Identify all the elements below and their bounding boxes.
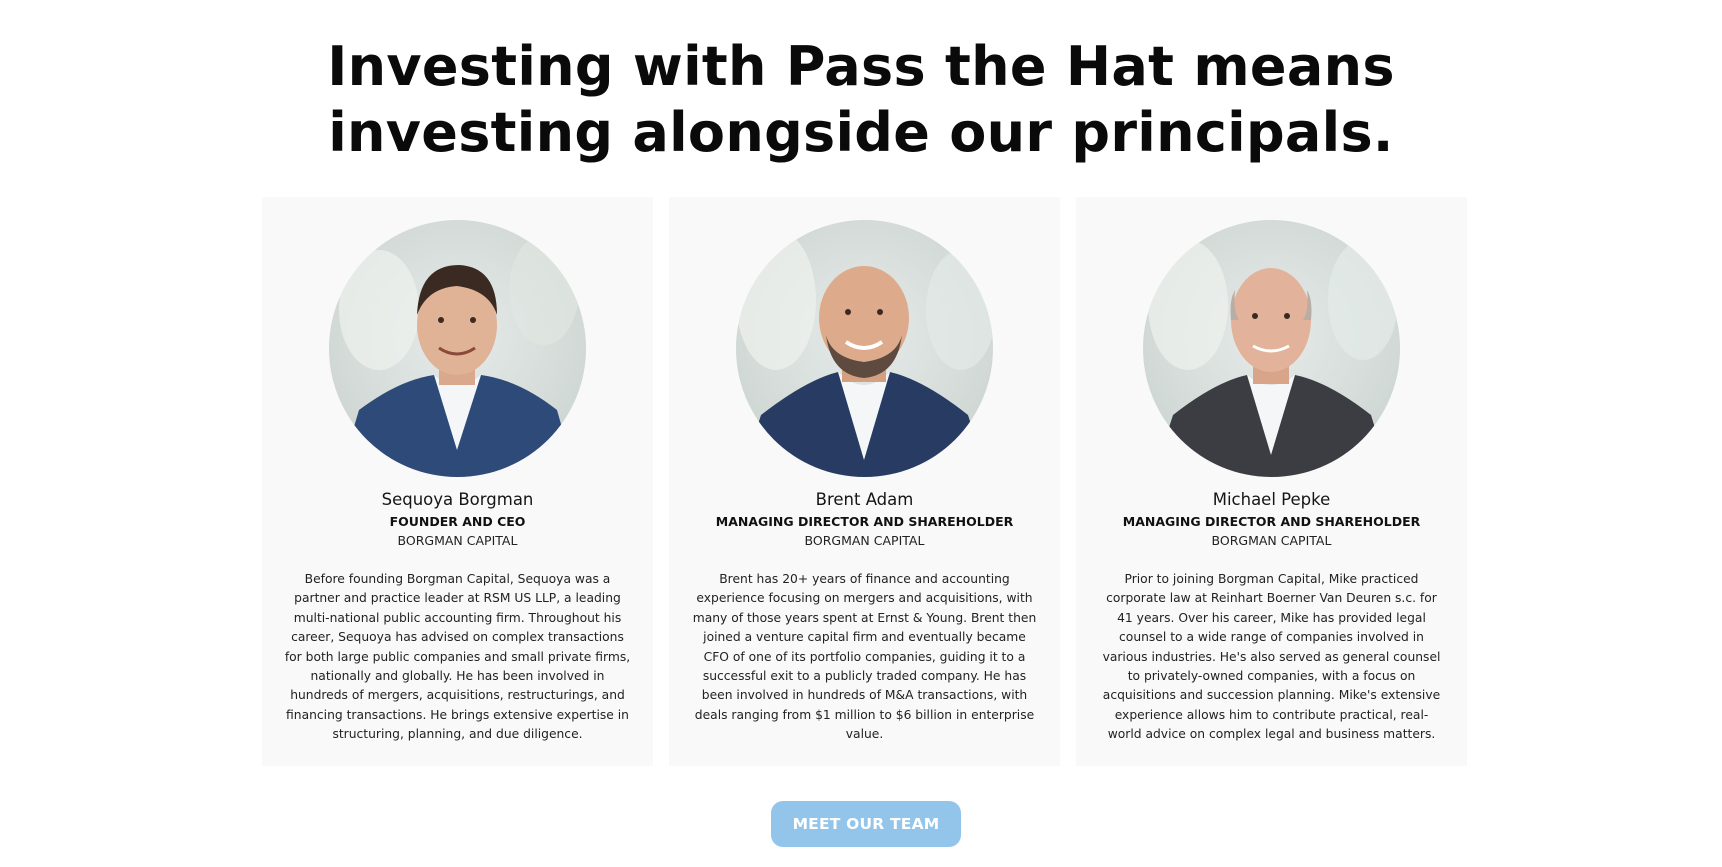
principal-bio: Before founding Borgman Capital, Sequoya… [284,572,631,742]
principal-card-brent-adam: Brent Adam MANAGING DIRECTOR AND SHAREHO… [669,197,1060,766]
portrait-photo [1143,220,1400,477]
principal-role: MANAGING DIRECTOR AND SHAREHOLDER [715,514,1014,529]
portrait-photo [329,220,586,477]
principal-name: Brent Adam [815,490,914,509]
principal-company: BORGMAN CAPITAL [1211,533,1332,548]
headline-line-1: Investing with Pass the Hat means [327,35,1395,98]
principal-company: BORGMAN CAPITAL [397,533,518,548]
principals-grid: Sequoya Borgman FOUNDER AND CEO BORGMAN … [262,197,1467,766]
headline-line-2: investing alongside our principals. [328,101,1394,164]
principal-name: Michael Pepke [1212,490,1331,509]
principal-card-sequoya-borgman: Sequoya Borgman FOUNDER AND CEO BORGMAN … [262,197,653,766]
portrait-icon [736,230,993,477]
section-headline: Investing with Pass the Hat means invest… [0,34,1722,166]
principal-name: Sequoya Borgman [381,490,534,509]
portrait-icon [1148,240,1398,477]
principal-role: FOUNDER AND CEO [389,514,526,529]
principal-company: BORGMAN CAPITAL [804,533,925,548]
meet-our-team-button[interactable]: MEET OUR TEAM [771,801,961,847]
principal-role: MANAGING DIRECTOR AND SHAREHOLDER [1122,514,1421,529]
principal-bio: Brent has 20+ years of finance and accou… [692,572,1037,742]
principal-card-michael-pepke: Michael Pepke MANAGING DIRECTOR AND SHAR… [1076,197,1467,766]
portrait-icon [339,235,579,477]
principal-bio: Prior to joining Borgman Capital, Mike p… [1102,572,1441,742]
portrait-photo [736,220,993,477]
